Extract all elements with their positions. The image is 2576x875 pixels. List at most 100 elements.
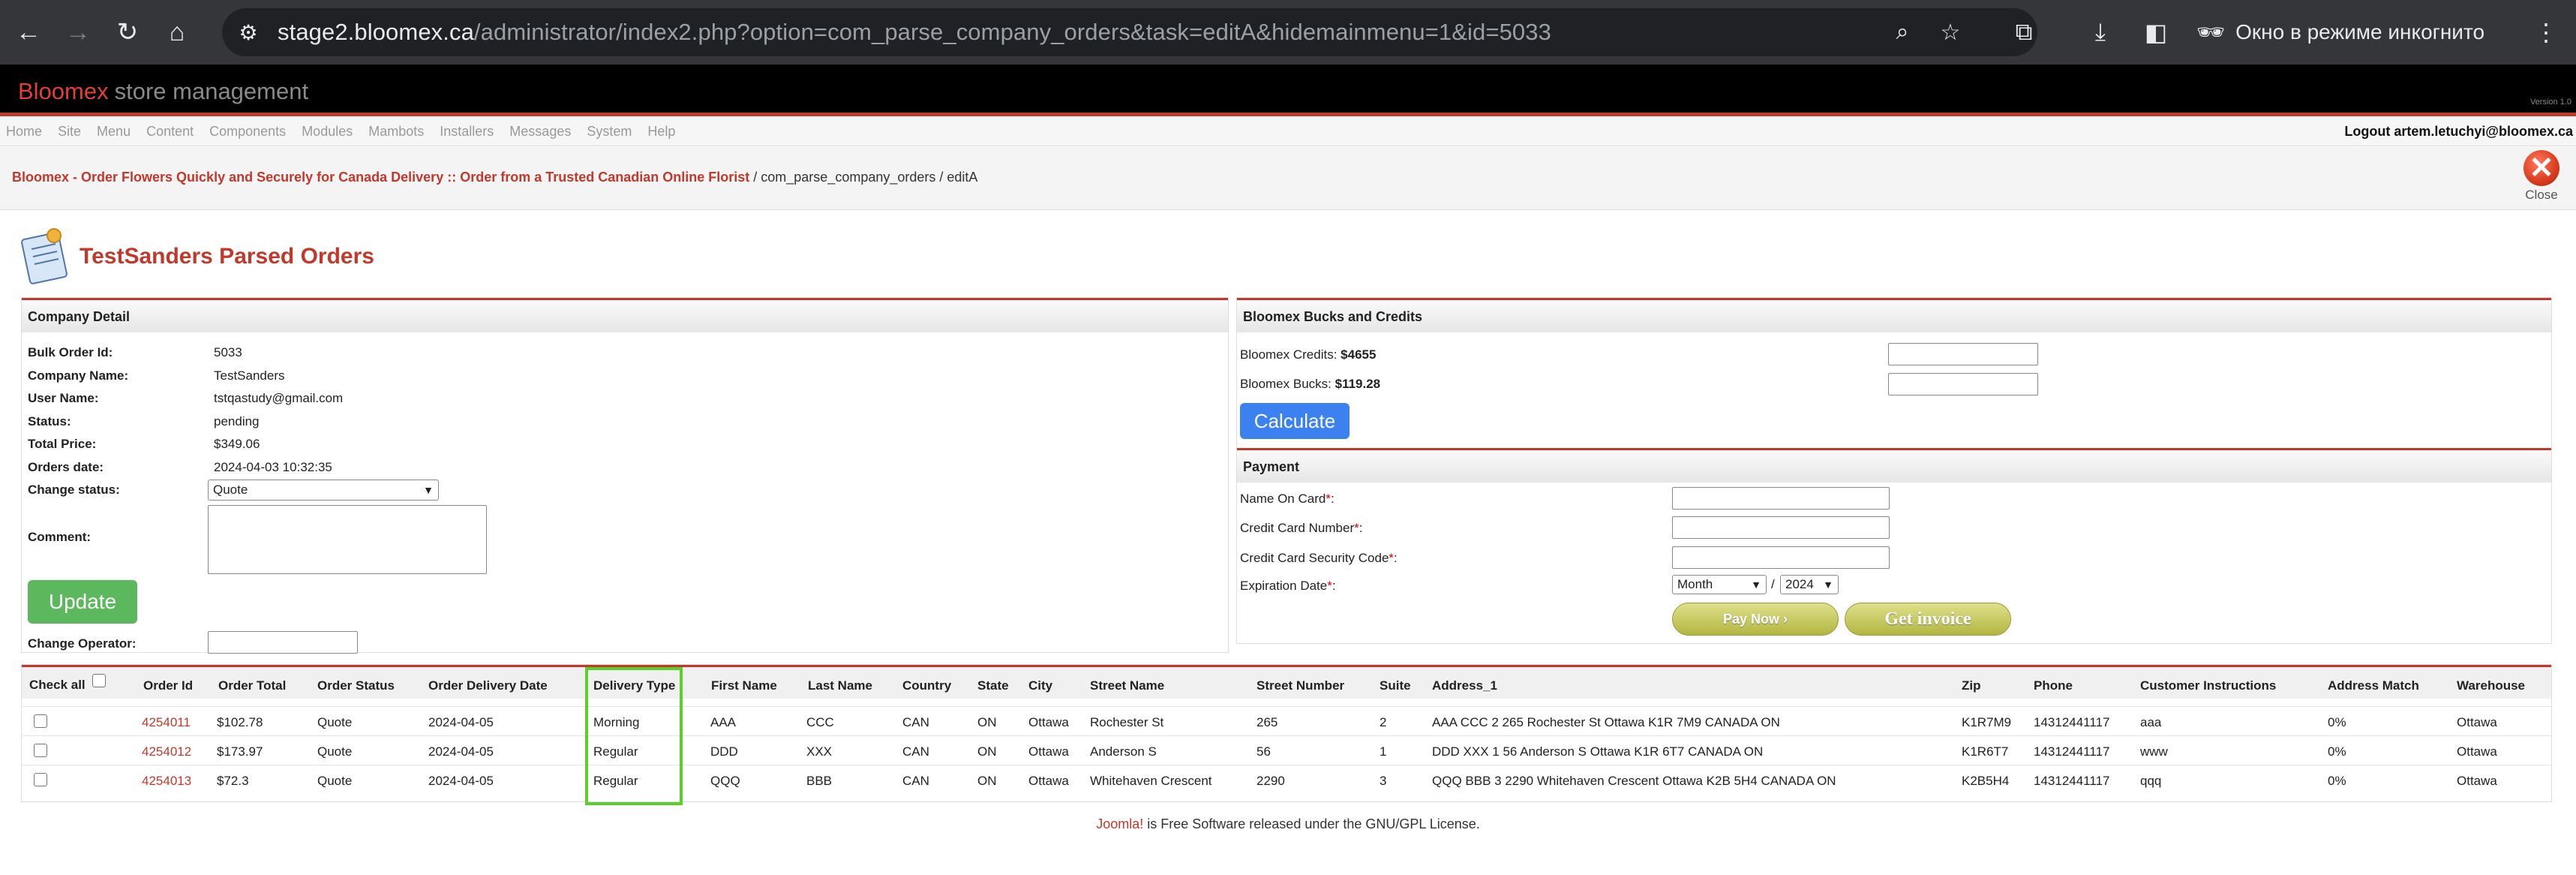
cell-street-number: 2290 <box>1256 774 1285 788</box>
menu-installers[interactable]: Installers <box>440 124 494 140</box>
order-id-link[interactable]: 4254012 <box>142 744 191 759</box>
col-street-number[interactable]: Street Number <box>1256 678 1344 693</box>
total-price-value: $349.06 <box>214 437 260 451</box>
bucks-label: Bloomex Bucks: <box>1240 377 1335 391</box>
col-phone[interactable]: Phone <box>2034 678 2073 693</box>
menu-components[interactable]: Components <box>209 124 286 140</box>
browser-menu-icon[interactable]: ⋮ <box>2525 11 2567 53</box>
menu-home[interactable]: Home <box>6 124 42 140</box>
cc-code-label: Credit Card Security Code <box>1240 551 1389 565</box>
side-panel-icon[interactable]: ◧ <box>2135 11 2177 53</box>
col-order-id[interactable]: Order Id <box>143 678 193 693</box>
menu-modules[interactable]: Modules <box>302 124 353 140</box>
footer: Joomla! is Free Software released under … <box>0 816 2576 832</box>
col-suite[interactable]: Suite <box>1380 678 1411 693</box>
col-last-name[interactable]: Last Name <box>808 678 872 693</box>
comment-textarea[interactable] <box>208 505 487 574</box>
menu-system[interactable]: System <box>587 124 632 140</box>
row-checkbox[interactable] <box>34 773 47 786</box>
col-address-1[interactable]: Address_1 <box>1432 678 1497 693</box>
expiry-month-select[interactable]: Month ▼ <box>1672 575 1767 594</box>
label-colon: : <box>1330 492 1335 506</box>
reload-icon[interactable]: ↻ <box>107 11 149 53</box>
col-city[interactable]: City <box>1028 678 1052 693</box>
cell-street-name: Anderson S <box>1090 744 1157 759</box>
cell-warehouse: Ottawa <box>2457 744 2497 759</box>
check-all-checkbox[interactable] <box>92 674 106 687</box>
col-customer-instructions[interactable]: Customer Instructions <box>2140 678 2276 693</box>
col-order-delivery-date[interactable]: Order Delivery Date <box>428 678 548 693</box>
breadcrumb-site-link[interactable]: Bloomex - Order Flowers Quickly and Secu… <box>12 170 749 185</box>
back-icon[interactable]: ← <box>8 11 50 53</box>
brand-logo: Bloomex store management <box>18 78 308 105</box>
row-checkbox[interactable] <box>34 714 47 728</box>
bucks-input[interactable] <box>1888 373 2038 395</box>
menu-mambots[interactable]: Mambots <box>368 124 424 140</box>
joomla-link[interactable]: Joomla! <box>1096 816 1143 831</box>
menu-help[interactable]: Help <box>647 124 675 140</box>
label-colon: : <box>1332 579 1336 593</box>
row-checkbox[interactable] <box>34 744 47 757</box>
order-id-link[interactable]: 4254013 <box>142 774 191 789</box>
update-button[interactable]: Update <box>28 580 137 624</box>
cell-order-status: Quote <box>317 715 353 729</box>
col-order-total[interactable]: Order Total <box>218 678 286 693</box>
change-operator-input[interactable] <box>208 631 358 654</box>
col-zip[interactable]: Zip <box>1962 678 1981 693</box>
chevron-down-icon: ▼ <box>423 484 434 496</box>
cell-phone: 14312441117 <box>2034 715 2110 729</box>
col-state[interactable]: State <box>977 678 1009 693</box>
url-host: stage2.bloomex.ca <box>278 19 474 45</box>
calculate-button[interactable]: Calculate <box>1240 403 1350 439</box>
incognito-label: Окно в режиме инкогнито <box>2235 20 2485 44</box>
incognito-indicator[interactable]: 🕶 Окно в режиме инкогнито <box>2196 14 2484 51</box>
logout-link[interactable]: Logout artem.letuchyi@bloomex.ca <box>2344 124 2573 140</box>
incognito-icon: 🕶 <box>2196 20 2226 45</box>
cell-phone: 14312441117 <box>2034 744 2110 759</box>
col-order-status[interactable]: Order Status <box>317 678 395 693</box>
home-icon[interactable]: ⌂ <box>156 11 198 53</box>
cell-address-match: 0% <box>2328 715 2346 729</box>
download-icon[interactable]: ⤓ <box>2079 11 2121 53</box>
cc-code-input[interactable] <box>1672 546 1890 569</box>
forward-icon[interactable]: → <box>57 11 99 53</box>
menu-messages[interactable]: Messages <box>509 124 571 140</box>
label-colon: : <box>1359 521 1363 535</box>
company-name-label: Company Name: <box>28 368 129 383</box>
expiry-year-select[interactable]: 2024 ▼ <box>1780 575 1839 594</box>
change-status-select[interactable]: Quote ▼ <box>208 480 439 501</box>
cc-number-input[interactable] <box>1672 516 1890 539</box>
menu-content[interactable]: Content <box>146 124 194 140</box>
site-info-icon[interactable]: ⚙ <box>228 12 269 53</box>
brand-name: Bloomex <box>18 78 109 104</box>
cell-city: Ottawa <box>1028 774 1069 788</box>
name-on-card-input[interactable] <box>1672 487 1890 510</box>
address-bar[interactable]: ⚙ stage2.bloomex.ca/administrator/index2… <box>222 8 2037 56</box>
close-label: Close <box>2525 188 2558 202</box>
comment-label: Comment: <box>28 530 92 544</box>
close-icon: ✕ <box>2523 150 2559 186</box>
pay-now-button[interactable]: Pay Now › <box>1672 603 1839 636</box>
get-invoice-button[interactable]: Get invoice <box>1845 603 2011 636</box>
order-id-link[interactable]: 4254011 <box>142 715 191 730</box>
table-row: 4254013 $72.3 Quote 2024-04-05 Regular Q… <box>22 765 2551 794</box>
close-button[interactable]: ✕ Close <box>2514 150 2568 207</box>
col-address-match[interactable]: Address Match <box>2328 678 2419 693</box>
extensions-icon[interactable]: ⧉ <box>2003 11 2045 53</box>
cell-city: Ottawa <box>1028 744 1069 759</box>
credits-input[interactable] <box>1888 343 2038 365</box>
url-text[interactable]: stage2.bloomex.ca/administrator/index2.p… <box>278 19 1551 46</box>
app-header: Bloomex store management Version 1.0 <box>0 65 2576 114</box>
payment-heading: Payment <box>1237 448 2551 483</box>
menu-menu[interactable]: Menu <box>97 124 131 140</box>
menu-site[interactable]: Site <box>58 124 81 140</box>
bucks-value: $119.28 <box>1335 377 1381 391</box>
zoom-icon[interactable]: ⌕ <box>1886 16 1919 49</box>
col-first-name[interactable]: First Name <box>711 678 777 693</box>
col-country[interactable]: Country <box>902 678 951 693</box>
cell-zip: K1R6T7 <box>1962 744 2009 759</box>
col-warehouse[interactable]: Warehouse <box>2457 678 2525 693</box>
bookmark-star-icon[interactable]: ☆ <box>1934 16 1967 49</box>
col-street-name[interactable]: Street Name <box>1090 678 1164 693</box>
cell-suite: 2 <box>1380 715 1387 729</box>
